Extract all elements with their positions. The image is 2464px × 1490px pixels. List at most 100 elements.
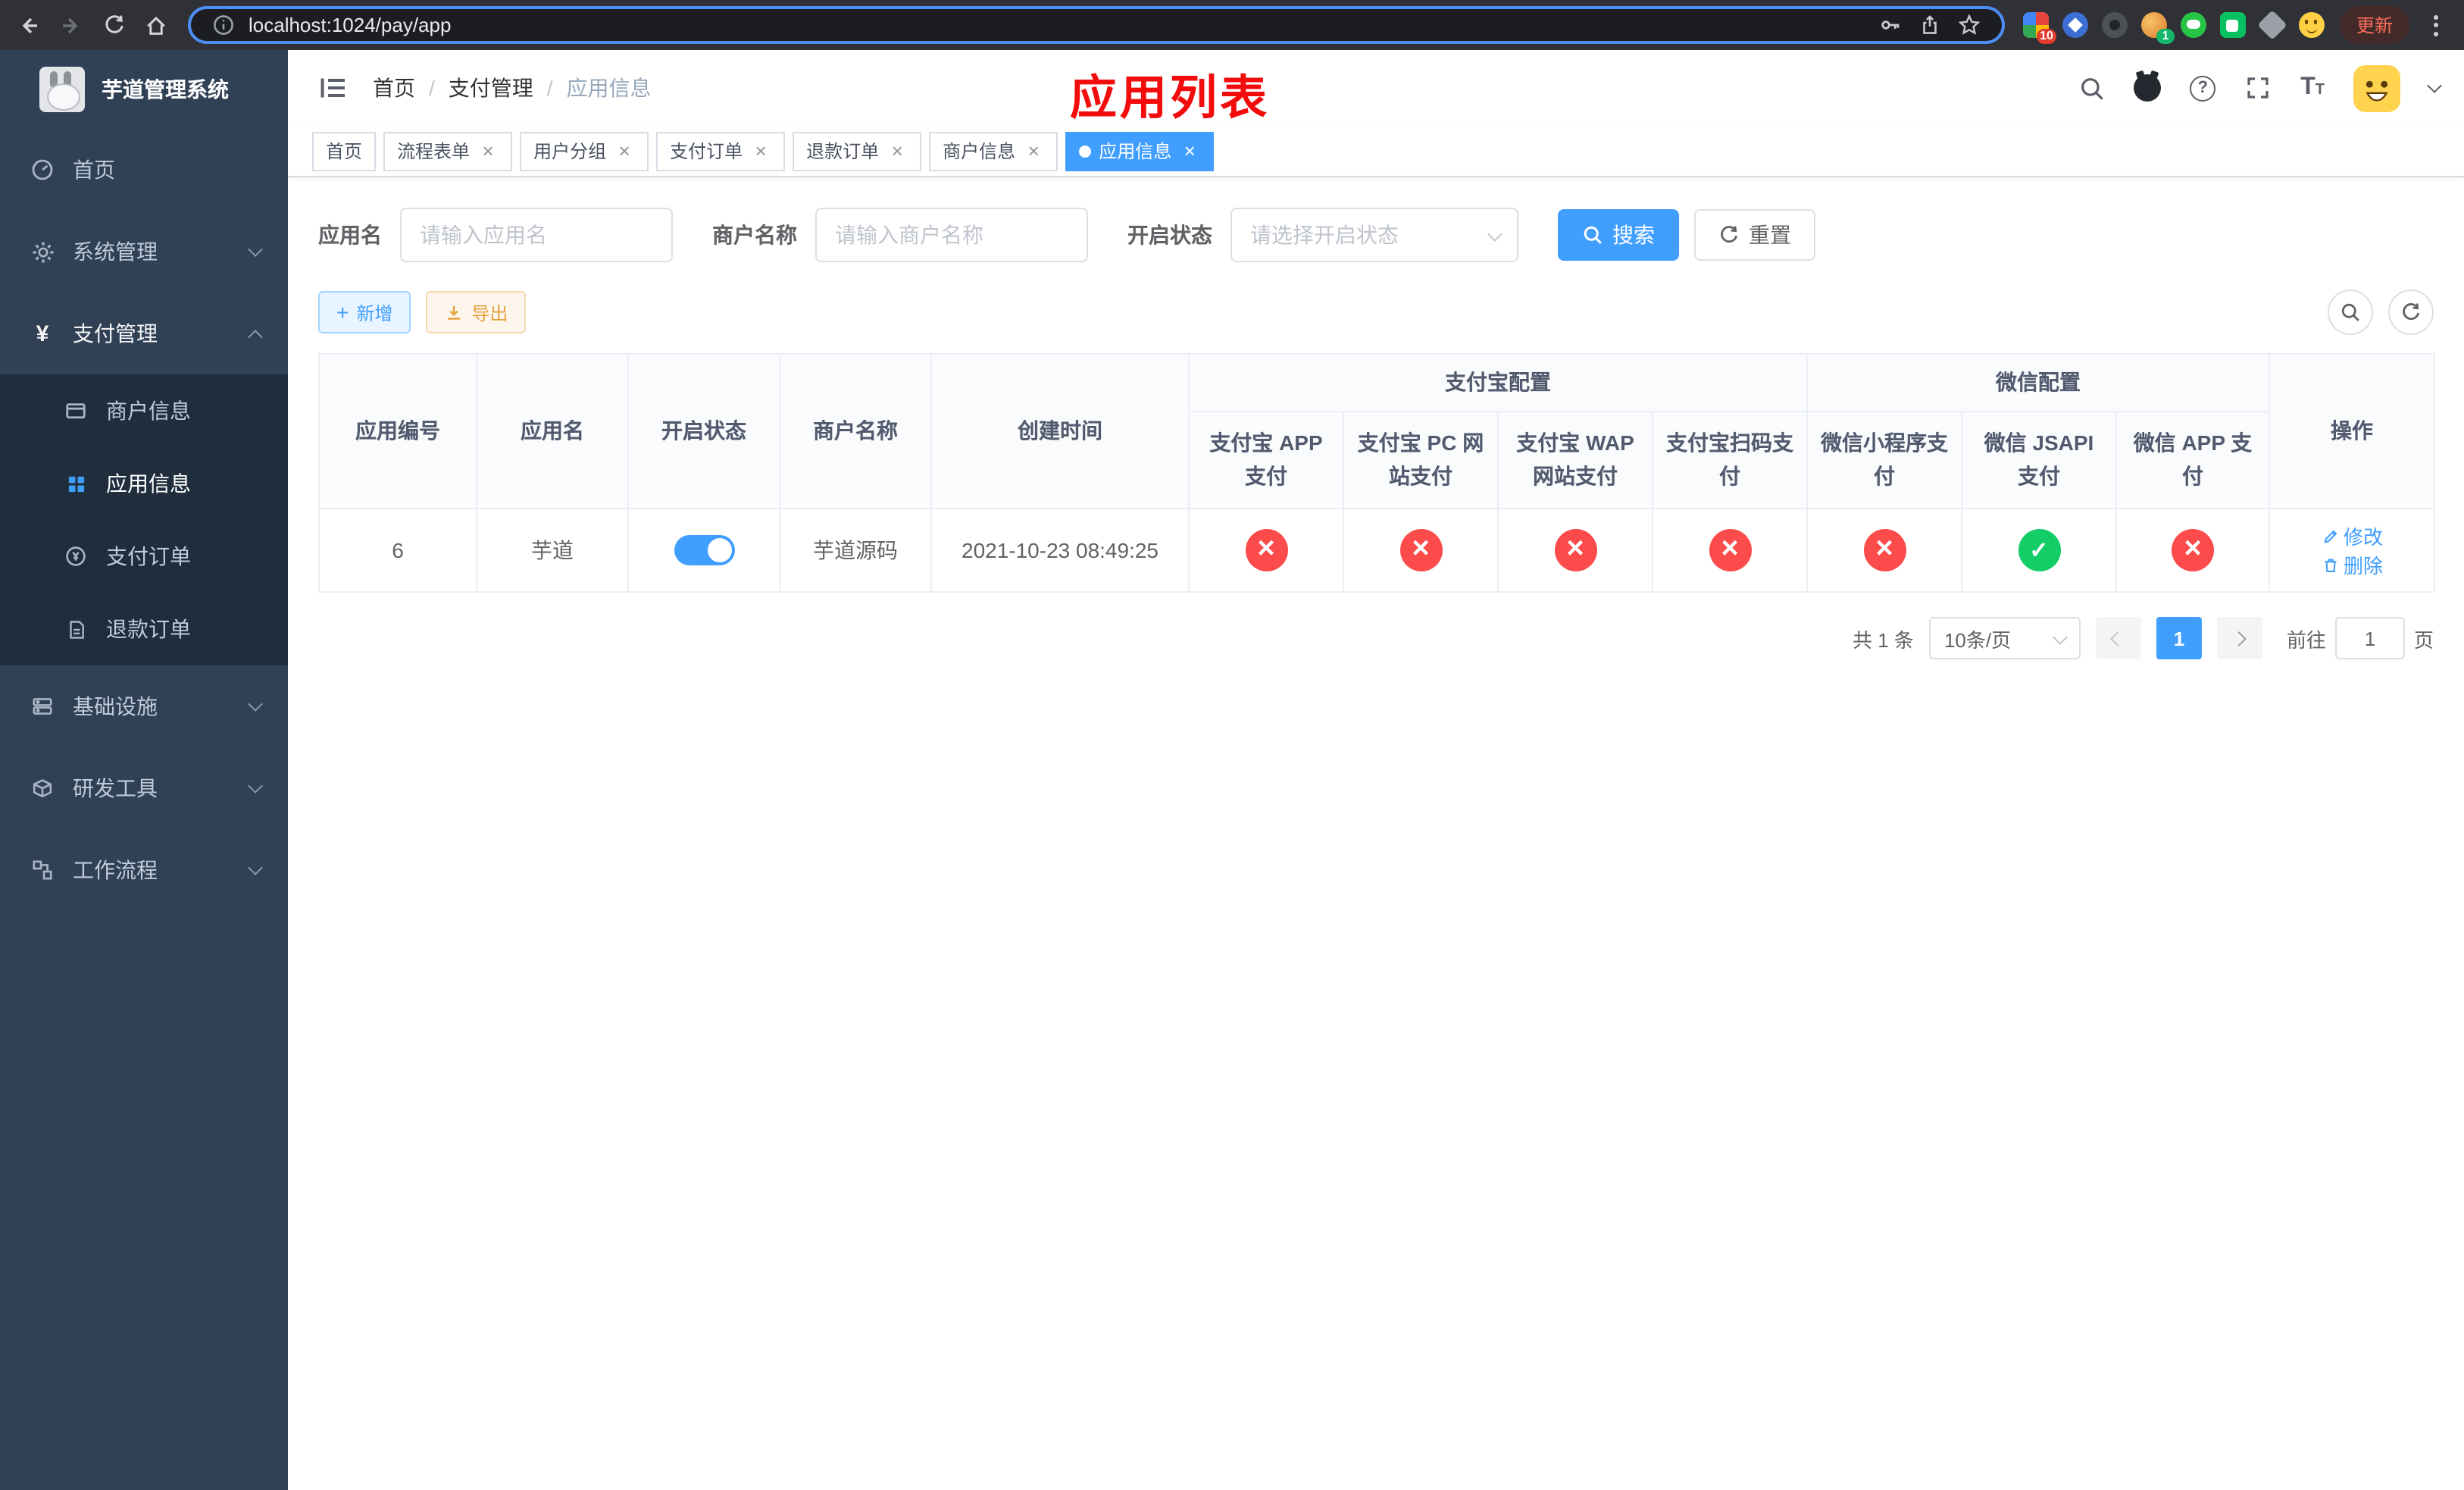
- sidebar: 芋道管理系统 首页 系统管理 支付管理: [0, 50, 288, 1490]
- col-wx-lite: 微信小程序支付: [1806, 411, 1962, 509]
- tab-label: 流程表单: [397, 141, 471, 162]
- server-icon: [30, 694, 55, 718]
- sidebar-collapse-icon[interactable]: [318, 73, 349, 103]
- app-logo-row[interactable]: 芋道管理系统: [0, 50, 288, 129]
- browser-profile-avatar[interactable]: [2298, 12, 2325, 38]
- font-size-icon[interactable]: [2300, 76, 2325, 100]
- browser-update-button[interactable]: 更新: [2339, 6, 2409, 44]
- page-annotation: 应用列表: [1070, 71, 1270, 124]
- sidebar-item-dev-tools[interactable]: 研发工具: [0, 747, 288, 829]
- sidebar-item-system[interactable]: 系统管理: [0, 211, 288, 293]
- app-table: 应用编号 应用名 开启状态 商户名称 创建时间 支付宝配置 微信配置 操作 支付…: [318, 353, 2436, 593]
- breadcrumb-payment[interactable]: 支付管理: [449, 73, 533, 103]
- search-button[interactable]: 搜索: [1558, 209, 1679, 261]
- app-name-input[interactable]: [400, 208, 673, 262]
- page-size-select[interactable]: 10条/页: [1928, 617, 2081, 659]
- sidebar-item-label: 支付管理: [73, 321, 158, 346]
- filter-label: 应用名: [318, 223, 382, 247]
- tab-app-info[interactable]: 应用信息: [1065, 131, 1215, 171]
- home-icon[interactable]: [136, 5, 176, 45]
- back-icon[interactable]: [9, 5, 48, 45]
- sidebar-item-refund-order[interactable]: 退款订单: [0, 593, 288, 665]
- goto-label: 前往: [2286, 628, 2326, 651]
- search-icon[interactable]: [2078, 74, 2105, 102]
- refresh-icon[interactable]: [94, 5, 133, 45]
- document-icon: [64, 617, 88, 641]
- chevron-down-icon: [248, 778, 263, 794]
- help-icon[interactable]: [2190, 75, 2216, 101]
- tab-pay-order[interactable]: 支付订单: [656, 131, 786, 171]
- payment-submenu: 商户信息 应用信息 支付订单 退款订单: [0, 374, 288, 665]
- page-number-1[interactable]: 1: [2156, 617, 2202, 659]
- sidebar-item-pay-order[interactable]: 支付订单: [0, 520, 288, 593]
- export-button[interactable]: 导出: [426, 291, 527, 333]
- sidebar-item-home[interactable]: 首页: [0, 129, 288, 211]
- cell-app-id: 6: [318, 508, 477, 593]
- url-text: localhost:1024/pay/app: [249, 14, 452, 36]
- tab-refund-order[interactable]: 退款订单: [793, 131, 922, 171]
- browser-menu-icon[interactable]: [2422, 8, 2449, 42]
- extension-dark-icon[interactable]: [2101, 12, 2128, 38]
- next-page-button[interactable]: [2216, 617, 2262, 659]
- user-avatar[interactable]: [2353, 64, 2400, 111]
- fullscreen-icon[interactable]: [2244, 74, 2272, 102]
- key-icon[interactable]: [1878, 11, 1905, 39]
- extension-avatar-icon[interactable]: 1: [2140, 12, 2175, 44]
- tab-label: 商户信息: [943, 141, 1016, 162]
- sidebar-item-infra[interactable]: 基础设施: [0, 665, 288, 747]
- col-wx-app: 微信 APP 支付: [2115, 411, 2271, 509]
- status-select-input[interactable]: [1230, 208, 1518, 262]
- github-icon[interactable]: [2134, 74, 2162, 102]
- delete-button[interactable]: 删除: [2321, 550, 2383, 579]
- forward-icon[interactable]: [52, 5, 91, 45]
- status-switch[interactable]: [674, 535, 734, 565]
- gear-icon: [30, 239, 55, 264]
- sidebar-item-app-info[interactable]: 应用信息: [0, 447, 288, 520]
- filter-merchant-name: 商户名称: [712, 208, 1088, 262]
- sidebar-item-merchant-info[interactable]: 商户信息: [0, 374, 288, 447]
- extension-gem-icon[interactable]: [2062, 12, 2088, 38]
- goto-page: 前往 页: [2287, 617, 2434, 659]
- tab-close-icon[interactable]: [614, 140, 635, 161]
- cell-alipay-app: [1188, 508, 1344, 593]
- site-info-icon[interactable]: [209, 11, 236, 39]
- cell-status: [627, 508, 780, 593]
- reset-button[interactable]: 重置: [1694, 209, 1815, 261]
- pagination: 共 1 条 10条/页 1 前往 页: [318, 617, 2434, 659]
- tab-user-group[interactable]: 用户分组: [520, 131, 649, 171]
- tab-close-icon[interactable]: [477, 140, 499, 161]
- breadcrumb-home[interactable]: 首页: [373, 73, 415, 103]
- edit-button[interactable]: 修改: [2321, 521, 2383, 550]
- sidebar-item-workflow[interactable]: 工作流程: [0, 829, 288, 911]
- app-shell: 芋道管理系统 首页 系统管理 支付管理: [0, 50, 2464, 1490]
- tab-close-icon[interactable]: [750, 140, 771, 161]
- tab-merchant-info[interactable]: 商户信息: [929, 131, 1058, 171]
- chevron-up-icon: [248, 329, 263, 344]
- prev-page-button[interactable]: [2095, 617, 2141, 659]
- address-bar[interactable]: localhost:1024/pay/app: [188, 6, 2005, 44]
- col-alipay-wap: 支付宝 WAP 网站支付: [1497, 411, 1653, 509]
- share-icon[interactable]: [1917, 11, 1944, 39]
- extension-grid-icon[interactable]: 10: [2022, 12, 2056, 44]
- tab-process-form[interactable]: 流程表单: [383, 131, 513, 171]
- refresh-table-button[interactable]: [2388, 290, 2434, 335]
- merchant-name-input[interactable]: [815, 208, 1088, 262]
- chevron-left-icon: [2111, 631, 2126, 646]
- extension-wechat-icon[interactable]: [2180, 12, 2206, 38]
- add-button[interactable]: 新增: [318, 291, 411, 333]
- tab-close-icon[interactable]: [1023, 140, 1044, 161]
- tab-close-icon[interactable]: [1179, 140, 1200, 161]
- tab-home[interactable]: 首页: [312, 131, 377, 171]
- bookmark-star-icon[interactable]: [1956, 11, 1984, 39]
- sidebar-item-payment[interactable]: 支付管理: [0, 293, 288, 374]
- caret-down-icon[interactable]: [2427, 77, 2442, 92]
- goto-page-input[interactable]: [2334, 617, 2405, 659]
- cell-alipay-wap: [1497, 508, 1653, 593]
- tab-close-icon[interactable]: [886, 140, 908, 161]
- cell-wx-lite: [1806, 508, 1962, 593]
- extensions-puzzle-icon[interactable]: [2257, 10, 2287, 40]
- status-select[interactable]: [1230, 208, 1518, 262]
- reset-button-label: 重置: [1749, 223, 1791, 247]
- toggle-search-button[interactable]: [2328, 290, 2373, 335]
- extension-chat-icon[interactable]: [2219, 12, 2246, 38]
